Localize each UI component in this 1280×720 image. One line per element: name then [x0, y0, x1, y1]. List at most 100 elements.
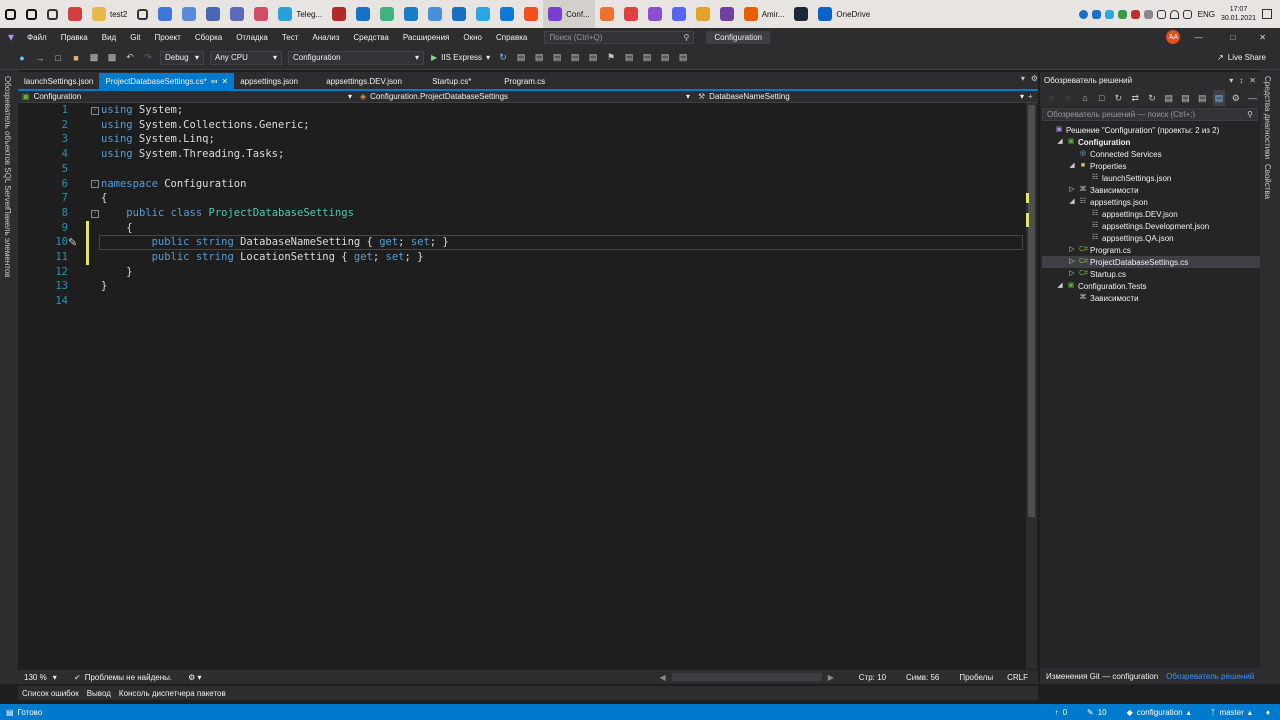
taskbar-app[interactable] — [153, 0, 177, 28]
menu-item[interactable]: Анализ — [305, 33, 346, 42]
quick-actions-icon[interactable]: ✎ — [68, 236, 77, 249]
solution-tree-item[interactable]: ☷ appsettings.QA.json — [1044, 232, 1174, 244]
solution-tree-item[interactable]: ◢ ☷ appsettings.json — [1044, 196, 1148, 208]
live-share-button[interactable]: ↗ Live Share — [1217, 53, 1266, 62]
search-box[interactable]: Поиск (Ctrl+Q) ⚲ — [544, 30, 695, 44]
code-line[interactable]: using System.Linq; — [101, 132, 215, 147]
expander-icon[interactable] — [1044, 126, 1052, 134]
split-icon[interactable]: + — [1028, 92, 1033, 101]
taskbar-app[interactable] — [471, 0, 495, 28]
taskbar-app[interactable] — [0, 0, 21, 28]
home-icon[interactable]: ⌂ — [1079, 90, 1092, 106]
horizontal-scrollbar[interactable] — [671, 673, 822, 681]
document-tab[interactable]: ProjectDatabaseSettings.cs* ⤆ ✕ — [99, 73, 235, 89]
code-line[interactable]: { — [101, 191, 107, 206]
pin-icon[interactable]: ⤆ — [211, 77, 218, 86]
forward-button[interactable]: → — [32, 50, 48, 66]
minimize-button[interactable]: — — [1180, 33, 1216, 42]
expander-icon[interactable] — [1068, 150, 1076, 158]
toolbar-icon[interactable]: ▤ — [657, 50, 673, 66]
toolbar-icon[interactable]: ▤ — [567, 50, 583, 66]
taskbar-app[interactable] — [619, 0, 643, 28]
tab-overflow-icons[interactable]: ▾ ⚙ — [1004, 74, 1038, 86]
taskbar-app[interactable] — [42, 0, 63, 28]
member-nav-combo[interactable]: ⚒ DatabaseNameSetting ▾ — [694, 91, 1028, 103]
taskbar-app[interactable] — [447, 0, 471, 28]
code-line[interactable]: public string LocationSetting { get; set… — [101, 250, 424, 265]
menu-item[interactable]: Вид — [95, 33, 123, 42]
save-icon[interactable]: ▩ — [86, 50, 102, 66]
pending-edits-indicator[interactable]: ✎ 10 — [1077, 708, 1117, 717]
back-icon[interactable]: ○ — [1045, 90, 1058, 106]
back-button[interactable]: ● — [14, 50, 30, 66]
close-icon[interactable]: ✕ — [221, 77, 228, 86]
solution-tree-item[interactable]: ◢ ■ Properties — [1044, 160, 1126, 172]
toolbar-icon[interactable]: ▤ — [549, 50, 565, 66]
menu-item[interactable]: Справка — [489, 33, 534, 42]
taskbar-app[interactable] — [132, 0, 153, 28]
collapse-all-icon[interactable]: ▤ — [1162, 90, 1175, 106]
taskbar-app[interactable]: Amir... — [739, 0, 790, 28]
zoom-select[interactable]: 130 % ▾ — [18, 673, 68, 682]
sync-icon[interactable]: ⇄ — [1129, 90, 1142, 106]
new-item-icon[interactable]: □ — [50, 50, 66, 66]
toolbar-icon[interactable]: ▤ — [675, 50, 691, 66]
startup-project-select[interactable]: Configuration ▾ — [288, 50, 424, 65]
code-editor[interactable]: 1 2 3 4 5 6 7 8 9 10 11 12 13 14 using System; using S… — [18, 103, 1026, 669]
git-changes-tab[interactable]: Изменения Git — configuration — [1046, 672, 1158, 681]
code-line[interactable]: } — [101, 265, 132, 280]
refresh-icon[interactable]: ↻ — [1146, 90, 1159, 106]
taskbar-app[interactable] — [789, 0, 813, 28]
platform-select[interactable]: Any CPU ▾ — [210, 50, 282, 65]
run-button[interactable]: ▶ IIS Express ▾ — [427, 53, 494, 62]
taskbar-app[interactable] — [177, 0, 201, 28]
taskbar-app[interactable] — [201, 0, 225, 28]
expander-icon[interactable]: ◢ — [1068, 162, 1076, 170]
editor-scrollbar[interactable] — [1026, 103, 1037, 669]
solution-tree-item[interactable]: ◎ Connected Services — [1044, 148, 1162, 160]
toolbar-icon[interactable]: — — [1246, 90, 1259, 106]
taskbar-app[interactable] — [327, 0, 351, 28]
taskbar-app[interactable] — [225, 0, 249, 28]
branch-indicator[interactable]: ᛉ master ▴ — [1201, 708, 1262, 717]
menu-item[interactable]: Проект — [147, 33, 187, 42]
expander-icon[interactable] — [1080, 174, 1088, 182]
preview-icon[interactable]: ▤ — [1196, 90, 1209, 106]
taskbar-app[interactable] — [375, 0, 399, 28]
document-tab[interactable]: appsettings.DEV.json — [320, 73, 426, 89]
menu-item[interactable]: Расширения — [396, 33, 457, 42]
document-tab[interactable]: Startup.cs* — [426, 73, 498, 89]
refresh-icon[interactable]: ↻ — [495, 50, 511, 66]
notification-bell-icon[interactable]: ♦ — [1262, 708, 1280, 717]
solution-tree-item[interactable]: ◢ ▣ Configuration.Tests — [1044, 280, 1146, 292]
chevron-down-icon[interactable]: ▾ — [1229, 76, 1233, 85]
expander-icon[interactable] — [1080, 234, 1088, 242]
toolbar-icon[interactable]: ▤ — [531, 50, 547, 66]
document-tab[interactable]: appsettings.json — [234, 73, 320, 89]
repository-indicator[interactable]: ◆ configuration ▴ — [1117, 708, 1201, 717]
taskbar-app[interactable]: Conf... — [543, 0, 595, 28]
solution-search-box[interactable]: Обозреватель решений — поиск (Ctrl+;) ⚲ — [1042, 108, 1258, 121]
solution-explorer-tab[interactable]: Обозреватель решений — [1166, 672, 1254, 681]
menu-item[interactable]: Отладка — [229, 33, 275, 42]
show-all-files-icon[interactable]: ▤ — [1179, 90, 1192, 106]
type-nav-combo[interactable]: ◈ Configuration.ProjectDatabaseSettings ▾ — [356, 91, 694, 103]
taskbar-app[interactable] — [21, 0, 42, 28]
expander-icon[interactable]: ▷ — [1068, 186, 1076, 194]
bookmark-icon[interactable]: ⚑ — [603, 50, 619, 66]
expander-icon[interactable]: ▷ — [1068, 246, 1076, 254]
menu-item[interactable]: Тест — [275, 33, 306, 42]
menu-item[interactable]: Правка — [54, 33, 95, 42]
switch-view-icon[interactable]: □ — [1095, 90, 1108, 106]
open-file-icon[interactable]: ■ — [68, 50, 84, 66]
solution-tree-item[interactable]: ▷ C# ProjectDatabaseSettings.cs — [1042, 256, 1260, 268]
solution-tree-item[interactable]: ▷ C# Program.cs — [1044, 244, 1131, 256]
toolbar-icon[interactable]: ▤ — [639, 50, 655, 66]
diagnostic-tools-tab[interactable]: Средства диагностики — [1263, 76, 1272, 159]
undo-button[interactable]: ↶ — [122, 50, 138, 66]
code-line[interactable]: using System.Threading.Tasks; — [101, 147, 284, 162]
solution-search-input[interactable]: Обозреватель решений — поиск (Ctrl+;) — [1047, 110, 1195, 119]
expander-icon[interactable]: ◢ — [1056, 138, 1064, 146]
scroll-right-icon[interactable]: ▶ — [828, 673, 834, 682]
clock[interactable]: 17:07 30.01.2021 — [1221, 5, 1256, 23]
